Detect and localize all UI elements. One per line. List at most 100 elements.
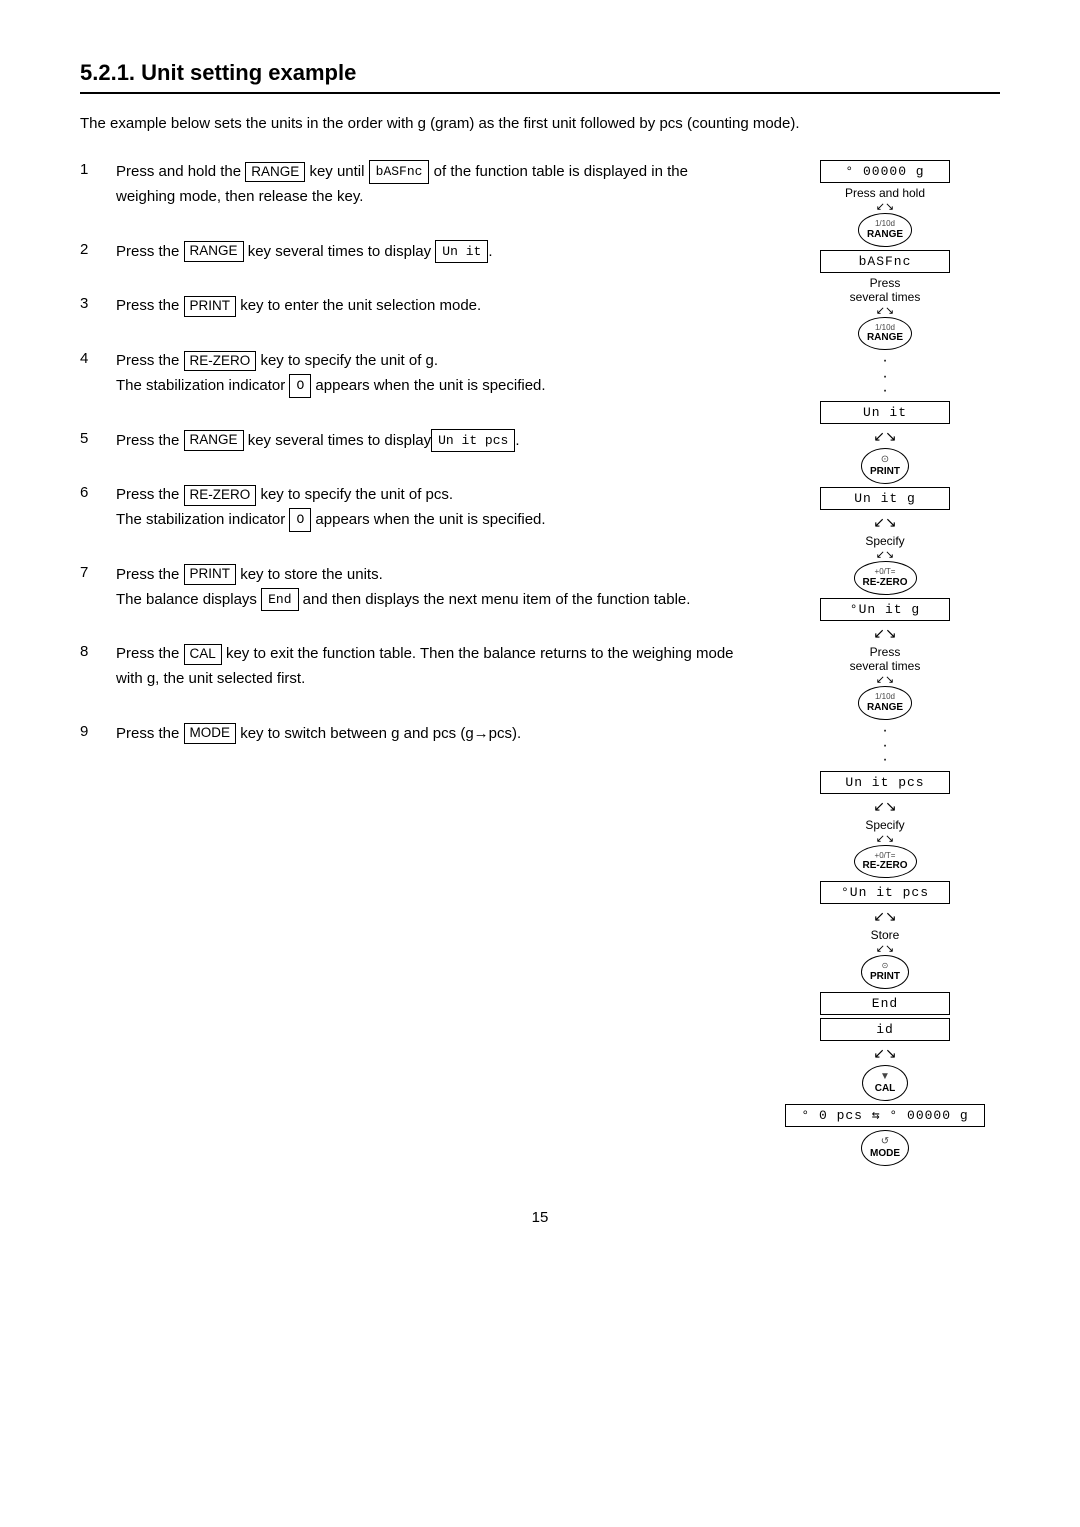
diag-display: °Un it g	[820, 598, 950, 621]
diag-row: ↙↘	[873, 797, 896, 815]
diag-display: Un it g	[820, 487, 950, 510]
display-value: O	[289, 508, 311, 531]
diag-row: id	[820, 1018, 950, 1041]
diag-row: ° 0 pcs ⇆ ° 00000 g	[785, 1104, 985, 1127]
step-text: Press the PRINT key to enter the unit se…	[116, 294, 481, 319]
diag-label: Press and hold	[845, 186, 925, 200]
step-number: 4	[80, 349, 104, 367]
step-item: 6 Press the RE-ZERO key to specify the un…	[80, 483, 740, 533]
diag-arrow: ↙↘	[873, 515, 896, 529]
key-label: RANGE	[184, 241, 244, 262]
diag-arrow: ↙↘	[873, 429, 896, 443]
diag-row: °Un it g	[820, 598, 950, 621]
diag-row: End	[820, 992, 950, 1015]
diag-row: Specify ↙↘+0/T=RE-ZERO	[854, 534, 917, 595]
diag-row: Press and hold ↙↘1/10dRANGE	[845, 186, 925, 247]
diag-row: Press several times↙↘1/10dRANGE	[850, 276, 921, 351]
diag-row: Press several times ↙↘1/10dRANGE	[850, 645, 921, 720]
step-item: 2 Press the RANGE key several times to di…	[80, 240, 740, 265]
diag-button: 1/10dRANGE	[858, 686, 912, 720]
diag-label: Press several times	[850, 645, 921, 673]
diag-row: ↙↘	[873, 624, 896, 642]
diag-button: ⊙PRINT	[861, 955, 909, 989]
key-label: CAL	[184, 644, 222, 665]
diag-label: Specify	[865, 818, 904, 832]
step-item: 5 Press the RANGE key several times to di…	[80, 429, 740, 454]
diag-row: Un it pcs	[820, 771, 950, 794]
step-number: 2	[80, 240, 104, 258]
diag-row: bASFnc	[820, 250, 950, 273]
step-text: Press the RE-ZERO key to specify the uni…	[116, 483, 546, 533]
step-number: 1	[80, 160, 104, 178]
diag-row: Specify ↙↘+0/T=RE-ZERO	[854, 818, 917, 879]
steps-list: 1 Press and hold the RANGE key until bASF…	[80, 160, 740, 1169]
diag-arrow: ↙↘	[876, 944, 894, 955]
step-text: Press the RANGE key several times to dis…	[116, 429, 520, 454]
step-number: 8	[80, 642, 104, 660]
diag-label: Press several times	[850, 276, 921, 304]
display-value: Un it pcs	[431, 429, 515, 452]
step-item: 7 Press the PRINT key to store the units.…	[80, 563, 740, 613]
step-text: Press the CAL key to exit the function t…	[116, 642, 740, 692]
diag-display: Un it pcs	[820, 771, 950, 794]
step-number: 7	[80, 563, 104, 581]
step-number: 9	[80, 722, 104, 740]
diag-button: +0/T=RE-ZERO	[854, 845, 917, 879]
diag-arrow: ↙↘	[873, 909, 896, 923]
diag-row: Store ↙↘⊙PRINT	[861, 928, 909, 989]
diag-button: ↺MODE	[861, 1130, 909, 1166]
step-text: Press the PRINT key to store the units.T…	[116, 563, 690, 613]
diag-row: ···	[882, 353, 887, 398]
diag-display: °Un it pcs	[820, 881, 950, 904]
diag-row: ↙↘	[873, 1044, 896, 1062]
diag-dots: ·	[882, 724, 887, 738]
diag-button: +0/T=RE-ZERO	[854, 561, 917, 595]
diag-row: ° 00000 g	[820, 160, 950, 183]
diag-arrow: ↙↘	[876, 675, 894, 686]
key-label: MODE	[184, 723, 237, 744]
step-item: 8 Press the CAL key to exit the function …	[80, 642, 740, 692]
key-label: RANGE	[184, 430, 244, 451]
key-label: RANGE	[245, 162, 305, 183]
diag-dots: ·	[882, 354, 887, 368]
diag-button: ▼CAL	[862, 1065, 908, 1101]
diag-row: ↙↘	[873, 427, 896, 445]
diag-row: Un it	[820, 401, 950, 424]
key-label: RE-ZERO	[184, 485, 257, 506]
diag-arrow: ↙↘	[876, 550, 894, 561]
step-item: 1 Press and hold the RANGE key until bASF…	[80, 160, 740, 210]
diag-row: °Un it pcs	[820, 881, 950, 904]
step-item: 3 Press the PRINT key to enter the unit s…	[80, 294, 740, 319]
diag-arrow: ↙↘	[873, 626, 896, 640]
diag-arrow: ↙↘	[876, 202, 894, 213]
step-number: 3	[80, 294, 104, 312]
step-text: Press the RANGE key several times to dis…	[116, 240, 492, 265]
diag-row: ↙↘	[873, 907, 896, 925]
step-item: 4 Press the RE-ZERO key to specify the un…	[80, 349, 740, 399]
step-number: 5	[80, 429, 104, 447]
diag-label: Specify	[865, 534, 904, 548]
step-number: 6	[80, 483, 104, 501]
display-value: End	[261, 588, 298, 611]
diag-label: Store	[871, 928, 900, 942]
step-text: Press the RE-ZERO key to specify the uni…	[116, 349, 546, 399]
diag-display: id	[820, 1018, 950, 1041]
step-text: Press the MODE key to switch between g a…	[116, 722, 521, 747]
diag-row: ↺MODE	[861, 1130, 909, 1166]
diag-arrow: ↙↘	[876, 306, 894, 317]
diag-button: 1/10dRANGE	[858, 213, 912, 247]
diag-display: ° 0 pcs ⇆ ° 00000 g	[785, 1104, 985, 1127]
diag-row: ⊙PRINT	[861, 448, 909, 484]
diag-button: ⊙PRINT	[861, 448, 909, 484]
diag-display: bASFnc	[820, 250, 950, 273]
display-value: bASFnc	[369, 160, 430, 183]
step-item: 9 Press the MODE key to switch between g …	[80, 722, 740, 747]
diag-arrow: ↙↘	[873, 1046, 896, 1060]
key-label: PRINT	[184, 296, 237, 317]
diag-row: ···	[882, 723, 887, 768]
diag-arrow: ↙↘	[876, 834, 894, 845]
page-number: 15	[80, 1209, 1000, 1226]
step-text: Press and hold the RANGE key until bASFn…	[116, 160, 740, 210]
intro-text: The example below sets the units in the …	[80, 112, 1000, 136]
key-label: PRINT	[184, 564, 237, 585]
